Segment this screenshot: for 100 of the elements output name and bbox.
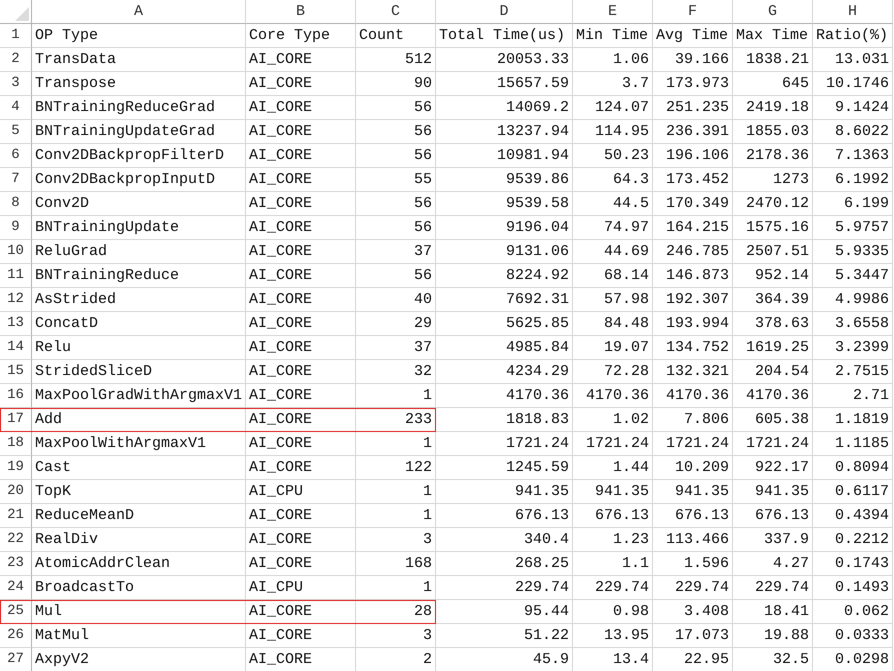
row-number[interactable]: 17 [0, 408, 32, 432]
row-number[interactable]: 27 [0, 648, 32, 671]
column-header[interactable]: G [733, 0, 813, 24]
row-number[interactable]: 19 [0, 456, 32, 480]
table-cell: 251.235 [653, 96, 733, 120]
table-cell: 173.452 [653, 168, 733, 192]
table-cell: 1.06 [573, 48, 653, 72]
table-cell: 1619.25 [733, 336, 813, 360]
table-cell: 3.7 [573, 72, 653, 96]
table-cell: TopK [32, 480, 246, 504]
column-header[interactable]: E [573, 0, 653, 24]
table-cell: 7.806 [653, 408, 733, 432]
table-cell: 676.13 [653, 504, 733, 528]
table-cell: 28 [356, 600, 436, 624]
table-cell: 605.38 [733, 408, 813, 432]
table-cell: 13.031 [813, 48, 893, 72]
row-number[interactable]: 14 [0, 336, 32, 360]
table-cell: 90 [356, 72, 436, 96]
row-number[interactable]: 20 [0, 480, 32, 504]
table-cell: 1.1 [573, 552, 653, 576]
table-cell: 19.07 [573, 336, 653, 360]
table-cell: 1721.24 [436, 432, 573, 456]
table-cell: RealDiv [32, 528, 246, 552]
table-cell: 22.95 [653, 648, 733, 671]
table-cell: 4.27 [733, 552, 813, 576]
table-cell: Core Type [246, 24, 356, 48]
table-cell: 29 [356, 312, 436, 336]
table-cell: 1 [356, 576, 436, 600]
column-header[interactable]: C [356, 0, 436, 24]
table-cell: 229.74 [653, 576, 733, 600]
table-cell: 3 [356, 528, 436, 552]
select-all-icon[interactable] [15, 7, 29, 21]
table-cell: 1 [356, 384, 436, 408]
row-number[interactable]: 21 [0, 504, 32, 528]
table-cell: 10.1746 [813, 72, 893, 96]
table-cell: 2.7515 [813, 360, 893, 384]
row-number[interactable]: 11 [0, 264, 32, 288]
table-cell: 7692.31 [436, 288, 573, 312]
row-number[interactable]: 13 [0, 312, 32, 336]
table-cell: 676.13 [733, 504, 813, 528]
table-cell: 68.14 [573, 264, 653, 288]
row-number[interactable]: 12 [0, 288, 32, 312]
row-number[interactable]: 7 [0, 168, 32, 192]
table-cell: 3.408 [653, 600, 733, 624]
table-cell: 51.22 [436, 624, 573, 648]
row-number[interactable]: 10 [0, 240, 32, 264]
row-number[interactable]: 18 [0, 432, 32, 456]
table-cell: 1.23 [573, 528, 653, 552]
table-cell: 0.4394 [813, 504, 893, 528]
row-number[interactable]: 5 [0, 120, 32, 144]
table-cell: AxpyV2 [32, 648, 246, 671]
table-cell: 122 [356, 456, 436, 480]
row-number[interactable]: 25 [0, 600, 32, 624]
column-header[interactable]: A [32, 0, 246, 24]
table-cell: AI_CORE [246, 552, 356, 576]
table-cell: 4170.36 [436, 384, 573, 408]
row-number[interactable]: 3 [0, 72, 32, 96]
row-number[interactable]: 23 [0, 552, 32, 576]
table-cell: Avg Time [653, 24, 733, 48]
table-cell: ReduceMeanD [32, 504, 246, 528]
table-cell: 1.02 [573, 408, 653, 432]
row-number[interactable]: 2 [0, 48, 32, 72]
row-number[interactable]: 6 [0, 144, 32, 168]
table-cell: 7.1363 [813, 144, 893, 168]
column-header[interactable]: D [436, 0, 573, 24]
table-cell: TransData [32, 48, 246, 72]
table-cell: 0.1493 [813, 576, 893, 600]
table-cell: AI_CORE [246, 456, 356, 480]
table-cell: 0.2212 [813, 528, 893, 552]
table-cell: MaxPoolWithArgmaxV1 [32, 432, 246, 456]
row-number[interactable]: 4 [0, 96, 32, 120]
row-number[interactable]: 8 [0, 192, 32, 216]
column-header[interactable]: H [813, 0, 893, 24]
table-cell: 3 [356, 624, 436, 648]
table-cell: 134.752 [653, 336, 733, 360]
table-cell: 10.209 [653, 456, 733, 480]
table-cell: 32.5 [733, 648, 813, 671]
row-number[interactable]: 26 [0, 624, 32, 648]
table-cell: 4170.36 [733, 384, 813, 408]
table-cell: 50.23 [573, 144, 653, 168]
column-header[interactable]: B [246, 0, 356, 24]
table-cell: 44.69 [573, 240, 653, 264]
table-cell: 2507.51 [733, 240, 813, 264]
table-cell: 1.44 [573, 456, 653, 480]
table-cell: AI_CORE [246, 408, 356, 432]
table-cell: 6.199 [813, 192, 893, 216]
row-number[interactable]: 16 [0, 384, 32, 408]
row-number[interactable]: 15 [0, 360, 32, 384]
table-cell: 941.35 [733, 480, 813, 504]
row-number[interactable]: 1 [0, 24, 32, 48]
table-cell: AI_CORE [246, 264, 356, 288]
table-cell: 2470.12 [733, 192, 813, 216]
row-number[interactable]: 22 [0, 528, 32, 552]
row-number[interactable]: 9 [0, 216, 32, 240]
table-cell: AI_CORE [246, 360, 356, 384]
table-cell: BNTrainingReduceGrad [32, 96, 246, 120]
table-cell: 6.1992 [813, 168, 893, 192]
table-cell: 13.4 [573, 648, 653, 671]
row-number[interactable]: 24 [0, 576, 32, 600]
column-header[interactable]: F [653, 0, 733, 24]
